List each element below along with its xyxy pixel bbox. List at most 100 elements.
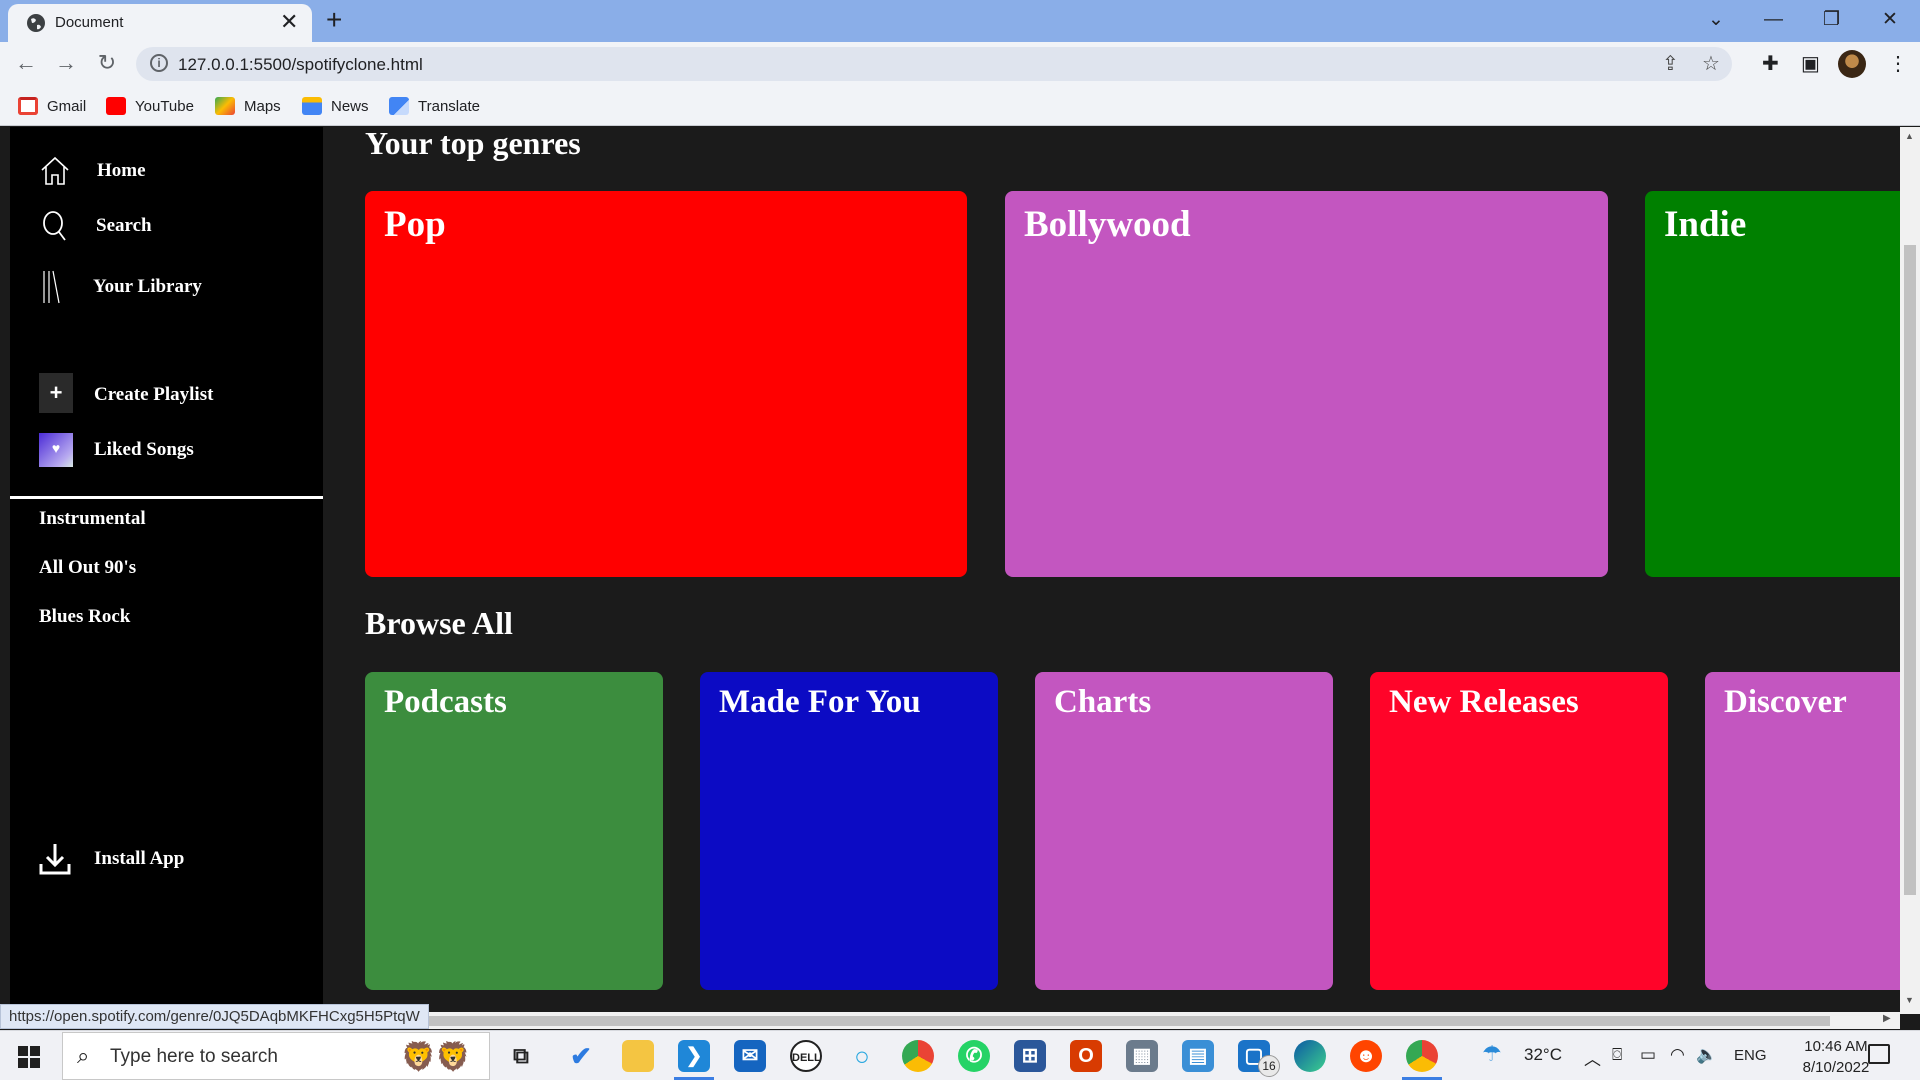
close-tab-icon[interactable]: ✕ (280, 10, 298, 34)
liked-songs-button[interactable]: ♥ Liked Songs (10, 430, 323, 470)
bookmark-label: Gmail (47, 97, 87, 115)
search-icon (43, 211, 66, 241)
wifi-icon[interactable]: ◠ (1670, 1045, 1685, 1065)
browse-card-discover[interactable]: Discover (1705, 672, 1900, 990)
liked-songs-label: Liked Songs (94, 439, 194, 460)
bookmark-label: Translate (418, 97, 480, 115)
file-explorer-icon[interactable] (622, 1040, 654, 1072)
genre-card-title: Pop (384, 204, 446, 245)
office-icon[interactable]: O (1070, 1040, 1102, 1072)
vertical-scroll-thumb[interactable] (1904, 245, 1916, 895)
task-view-icon[interactable]: ⧉ (505, 1040, 537, 1072)
bookmark-youtube[interactable]: YouTube (106, 95, 194, 117)
battery-icon[interactable]: ▭ (1640, 1045, 1656, 1065)
windows-start-icon[interactable] (18, 1046, 40, 1068)
back-icon[interactable]: ← (12, 49, 40, 77)
scroll-down-icon[interactable]: ▼ (1905, 995, 1914, 1005)
browse-card-made-for-you[interactable]: Made For You (700, 672, 998, 990)
action-center-icon[interactable] (1868, 1044, 1890, 1064)
library-icon (43, 270, 60, 304)
scroll-up-icon[interactable]: ▲ (1905, 131, 1914, 141)
sidebar-item-library[interactable]: Your Library (10, 267, 323, 307)
genre-card-bollywood[interactable]: Bollywood (1005, 191, 1608, 577)
genre-card-title: Indie (1664, 204, 1747, 245)
browse-card-title: Podcasts (384, 684, 507, 720)
menu-icon[interactable]: ⋮ (1888, 50, 1908, 78)
sidebar-item-home[interactable]: Home (10, 151, 323, 191)
chrome-active-icon[interactable] (1402, 1040, 1442, 1080)
playlist-item[interactable]: Blues Rock (39, 606, 130, 628)
top-genres-title: Your top genres (365, 127, 581, 161)
bookmark-label: News (331, 97, 369, 115)
bookmark-maps[interactable]: Maps (215, 95, 281, 117)
windows-taskbar: ⌕ Type here to search 🦁🦁 ⧉ ✔ ❯ ✉ DELL ○ … (0, 1030, 1920, 1080)
globe-icon (27, 14, 45, 32)
home-icon (41, 156, 69, 185)
meet-icon[interactable]: ⌼ (1612, 1045, 1622, 1065)
playlist-item[interactable]: All Out 90's (39, 557, 136, 579)
edge-icon[interactable] (1294, 1040, 1326, 1072)
search-icon: ⌕ (77, 1043, 90, 1068)
create-playlist-button[interactable]: + Create Playlist (10, 373, 323, 415)
show-hidden-icons[interactable]: ︿ (1584, 1045, 1601, 1070)
create-playlist-label: Create Playlist (94, 384, 214, 405)
tab-document[interactable]: Document ✕ (8, 4, 312, 42)
chrome-icon[interactable] (902, 1040, 934, 1072)
reload-icon[interactable]: ↻ (93, 49, 121, 77)
weather-temp[interactable]: 32°C (1524, 1045, 1562, 1065)
scroll-right-icon[interactable]: ▶ (1883, 1013, 1891, 1024)
volume-icon[interactable]: 🔈 (1696, 1045, 1717, 1065)
taskbar-search-box[interactable]: ⌕ Type here to search 🦁🦁 (62, 1032, 490, 1080)
sidebar-item-search[interactable]: Search (10, 206, 323, 246)
browse-card-new-releases[interactable]: New Releases (1370, 672, 1668, 990)
todo-icon[interactable]: ✔ (565, 1040, 597, 1072)
news-icon (302, 97, 322, 115)
bookmark-news[interactable]: News (302, 95, 369, 117)
calculator-icon[interactable]: ▦ (1126, 1040, 1158, 1072)
sidebar-divider (10, 496, 323, 499)
close-window-icon[interactable]: ✕ (1882, 6, 1898, 34)
bookmark-gmail[interactable]: Gmail (18, 95, 86, 117)
maps-icon (215, 97, 235, 115)
vertical-scrollbar[interactable]: ▲ ▼ (1900, 127, 1920, 1014)
vscode-icon[interactable]: ❯ (674, 1040, 714, 1080)
store-icon[interactable]: ⊞ (1014, 1040, 1046, 1072)
genre-card-pop[interactable]: Pop (365, 191, 967, 577)
reddit-icon[interactable]: ☻ (1350, 1040, 1382, 1072)
browse-card-charts[interactable]: Charts (1035, 672, 1333, 990)
weather-icon[interactable]: ☂ (1482, 1041, 1502, 1067)
side-panel-icon[interactable]: ▣ (1801, 50, 1820, 78)
whatsapp-icon[interactable]: ✆ (958, 1040, 990, 1072)
address-bar[interactable]: i 127.0.0.1:5500/spotifyclone.html ⇪ ☆ (136, 47, 1732, 81)
browser-toolbar: ← → ↻ i 127.0.0.1:5500/spotifyclone.html… (0, 42, 1920, 86)
forward-icon[interactable]: → (52, 49, 80, 77)
bookmark-star-icon[interactable]: ☆ (1702, 53, 1720, 75)
mail-icon[interactable]: ✉ (734, 1040, 766, 1072)
sidebar: Home Search Your Library + Create Playli… (10, 127, 323, 1014)
playlist-item[interactable]: Instrumental (39, 508, 146, 530)
download-icon (39, 844, 71, 875)
search-highlight-icon: 🦁🦁 (401, 1041, 471, 1072)
genre-card-indie[interactable]: Indie (1645, 191, 1900, 577)
site-info-icon[interactable]: i (150, 54, 168, 72)
dell-icon[interactable]: DELL (790, 1040, 822, 1072)
link-status-bubble: https://open.spotify.com/genre/0JQ5DAqbM… (0, 1004, 429, 1029)
profile-avatar[interactable] (1838, 50, 1866, 78)
extensions-icon[interactable]: ✚ (1762, 50, 1779, 78)
bookmarks-bar: Gmail YouTube Maps News Translate (0, 86, 1920, 126)
browse-card-title: Discover (1724, 684, 1847, 720)
bookmark-translate[interactable]: Translate (389, 95, 480, 117)
url-text[interactable]: 127.0.0.1:5500/spotifyclone.html (178, 55, 423, 75)
restore-icon[interactable]: ❐ (1823, 6, 1840, 34)
sidebar-item-label: Search (96, 215, 152, 236)
tab-search-icon[interactable]: ⌄ (1708, 6, 1724, 34)
minimize-icon[interactable]: — (1764, 6, 1783, 34)
share-icon[interactable]: ⇪ (1662, 53, 1679, 75)
browse-card-podcasts[interactable]: Podcasts (365, 672, 663, 990)
control-panel-icon[interactable]: ▤ (1182, 1040, 1214, 1072)
install-app-button[interactable]: Install App (10, 839, 323, 879)
horizontal-scroll-thumb[interactable] (420, 1016, 1830, 1026)
cortana-icon[interactable]: ○ (846, 1040, 878, 1072)
language-indicator[interactable]: ENG (1734, 1047, 1767, 1064)
new-tab-button[interactable]: + (326, 5, 342, 35)
